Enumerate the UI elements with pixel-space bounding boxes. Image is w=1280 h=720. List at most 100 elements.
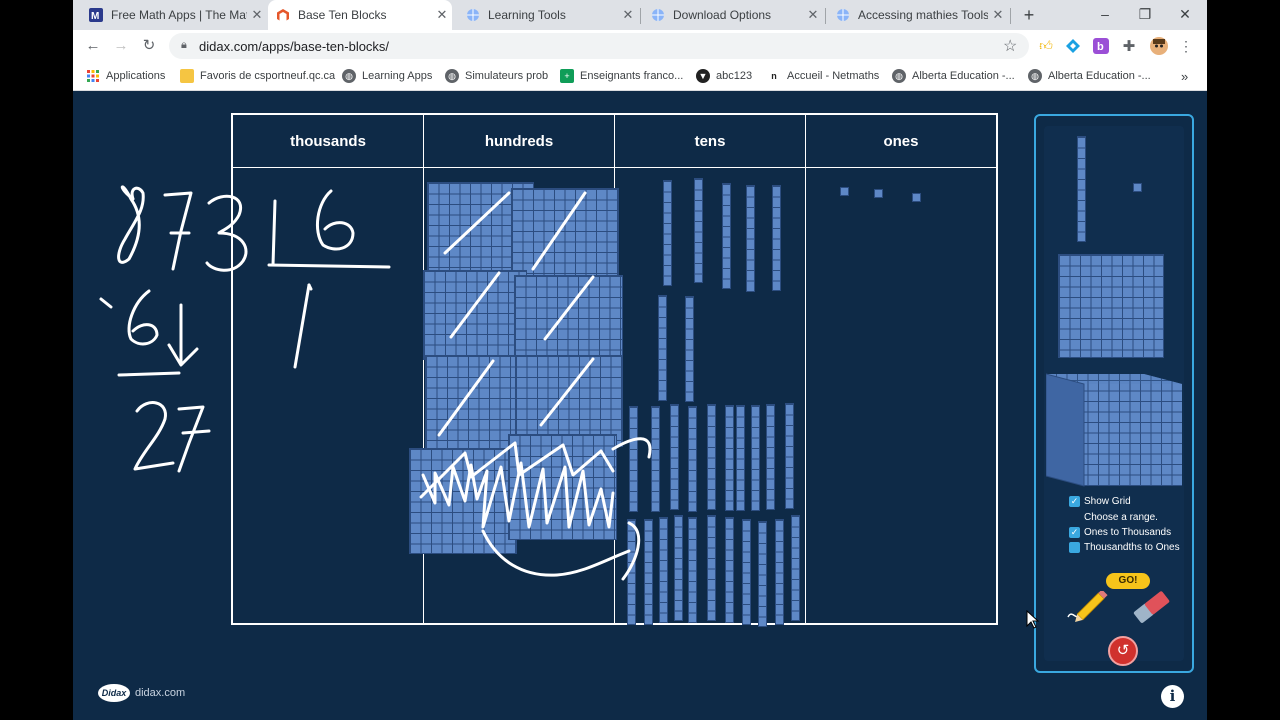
diamond-extension-icon[interactable] [1064,37,1082,55]
ten-rod[interactable] [772,185,781,291]
tab-download-options[interactable]: Download Options ✕ [643,0,823,30]
bookmark-learning-apps[interactable]: ◍ Learning Apps [342,62,432,90]
ten-rod[interactable] [766,404,775,510]
close-tab-icon[interactable]: ✕ [988,7,1008,23]
tab-title: Download Options [673,8,772,22]
bookmark-simulateurs[interactable]: ◍ Simulateurs prob [445,62,548,90]
ten-rod[interactable] [722,183,731,289]
bookmarks-bar: Applications Favoris de csportneuf.qc.ca… [73,62,1207,91]
ten-rod[interactable] [688,406,697,512]
tab-base-ten-blocks[interactable]: Base Ten Blocks ✕ [268,0,452,30]
forward-arrow-icon[interactable]: → [111,36,131,56]
ten-rod[interactable] [785,403,794,509]
ten-rod[interactable] [627,519,636,625]
ten-rod[interactable] [658,295,667,401]
b-extension-icon[interactable]: b [1092,37,1110,55]
ten-rod[interactable] [670,404,679,510]
ten-rod[interactable] [725,517,734,623]
close-window-button[interactable]: ✕ [1165,3,1205,25]
bookmark-enseignants[interactable]: + Enseignants franco... [560,62,683,90]
tab-strip: M Free Math Apps | The Math ✕ Base Ten B… [73,0,1207,30]
reload-icon[interactable]: ↻ [139,36,159,56]
bookmark-alberta-education-1[interactable]: ◍ Alberta Education -... [892,62,1015,90]
ten-rod[interactable] [736,405,745,511]
palette-one-unit[interactable] [1133,183,1142,192]
folder-icon [180,69,194,83]
globe-icon [836,8,850,22]
address-bar[interactable]: 🔒︎ didax.com/apps/base-ten-blocks/ ☆ [169,33,1029,59]
bookmark-applications[interactable]: Applications [86,62,165,90]
ten-rod[interactable] [725,405,734,511]
hundred-flat[interactable] [514,275,623,359]
ten-rod[interactable] [742,519,751,625]
ten-rod[interactable] [688,517,697,623]
ten-rod[interactable] [746,185,755,292]
back-arrow-icon[interactable]: ← [83,36,103,56]
close-tab-icon[interactable]: ✕ [247,7,267,23]
hundred-flat[interactable] [508,434,617,540]
thumbs-up-extension-icon[interactable]: 👍︎ [1037,37,1055,55]
didax-logo[interactable]: Didax [98,684,130,702]
bookmark-favoris[interactable]: Favoris de csportneuf.qc.ca [180,62,335,90]
bookmark-star-icon[interactable]: ☆ [1003,36,1017,56]
one-unit[interactable] [874,189,883,198]
bookmark-alberta-education-2[interactable]: ◍ Alberta Education -... [1028,62,1151,90]
restore-button[interactable]: ❐ [1125,3,1165,25]
more-menu-icon[interactable]: ⋮ [1177,37,1195,55]
hundred-flat[interactable] [409,448,517,554]
ten-rod[interactable] [644,519,653,625]
ten-rod[interactable] [775,519,784,625]
sheets-icon: + [560,69,574,83]
ten-rod[interactable] [685,296,694,402]
hundred-flat[interactable] [511,188,619,276]
ten-rod[interactable] [694,178,703,283]
palette-hundred-flat[interactable] [1058,254,1164,358]
go-button[interactable]: GO! [1106,573,1150,589]
close-tab-icon[interactable]: ✕ [618,7,638,23]
ten-rod[interactable] [663,180,672,286]
ten-rod[interactable] [659,517,668,623]
bookmark-netmaths[interactable]: n Accueil - Netmaths [767,62,879,90]
ten-rod[interactable] [707,515,716,621]
bookmark-label: Favoris de csportneuf.qc.ca [200,70,336,82]
pencil-icon[interactable] [1066,591,1112,623]
thousandths-to-ones-checkbox[interactable] [1069,542,1080,553]
palette-thousand-cube[interactable] [1046,370,1184,488]
hundred-flat[interactable] [423,270,527,360]
palette-ten-rod[interactable] [1077,136,1086,242]
one-unit[interactable] [840,187,849,196]
tab-free-math-apps[interactable]: M Free Math Apps | The Math ✕ [81,0,267,30]
new-tab-button[interactable]: + [1017,5,1041,25]
url-text[interactable]: didax.com/apps/base-ten-blocks/ [199,39,389,54]
tab-separator [1010,8,1011,24]
footer-site-link[interactable]: didax.com [135,687,185,699]
tab-learning-tools[interactable]: Learning Tools ✕ [458,0,638,30]
ten-rod[interactable] [651,406,660,512]
one-unit[interactable] [912,193,921,202]
ten-rod[interactable] [629,406,638,512]
bookmark-abc123[interactable]: ▼ abc123 [696,62,752,90]
ten-rod[interactable] [758,521,767,627]
ten-rod[interactable] [751,405,760,511]
ten-rod[interactable] [674,515,683,621]
close-tab-icon[interactable]: ✕ [803,7,823,23]
ones-to-thousands-checkbox[interactable]: ✓ [1069,527,1080,538]
ten-rod[interactable] [707,404,716,510]
eraser-icon[interactable] [1132,589,1172,625]
profile-avatar[interactable] [1150,37,1168,55]
show-grid-checkbox[interactable]: ✓ [1069,496,1080,507]
block-palette-panel: ✓ Show Grid Choose a range. ✓ Ones to Th… [1034,114,1194,673]
globe-icon [466,8,480,22]
minimize-button[interactable]: – [1085,3,1125,25]
extensions-puzzle-icon[interactable]: ✚ [1120,37,1138,55]
close-tab-icon[interactable]: ✕ [432,7,452,23]
thousandths-to-ones-label: Thousandths to Ones [1084,542,1180,553]
place-value-board[interactable]: thousands hundreds tens ones [231,113,998,627]
info-icon[interactable]: i [1161,685,1184,708]
column-header-tens: tens [694,132,726,150]
bookmarks-overflow-button[interactable]: » [1181,62,1188,90]
mouse-cursor-icon [1026,610,1040,629]
ten-rod[interactable] [791,515,800,621]
tab-accessing-mathies-tools[interactable]: Accessing mathies Tools ✕ [828,0,1008,30]
reset-undo-icon[interactable]: ↺ [1108,636,1138,666]
